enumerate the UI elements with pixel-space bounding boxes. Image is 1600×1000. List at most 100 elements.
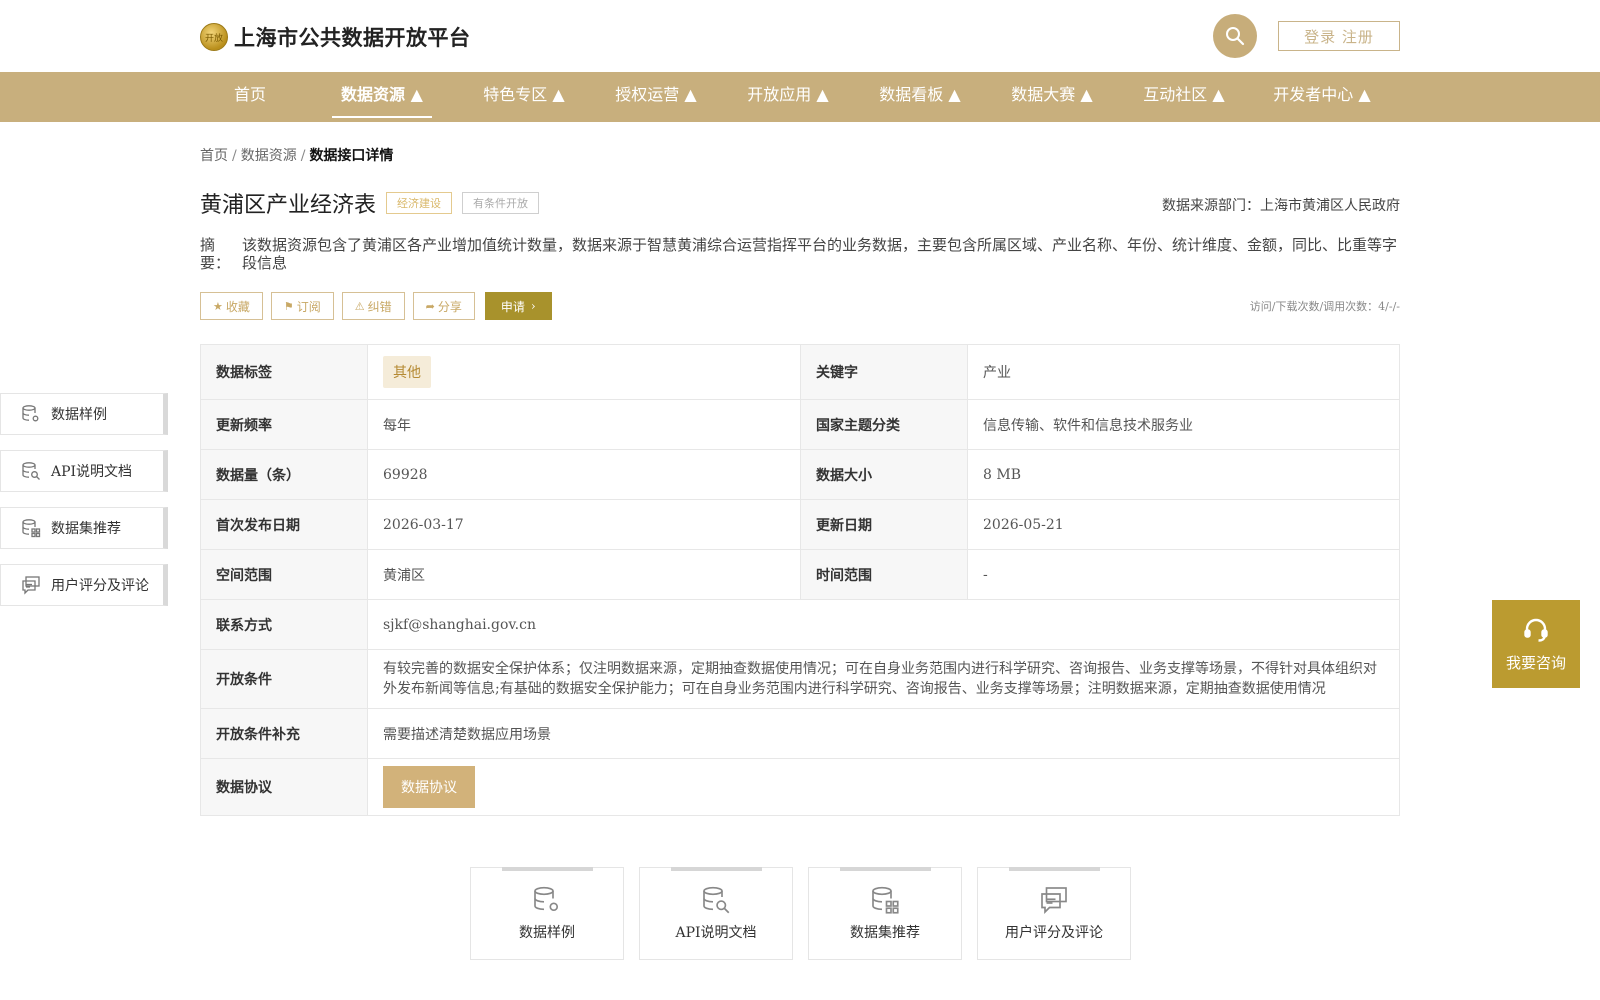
abstract-text: 该数据资源包含了黄浦区各产业增加值统计数量，数据来源于智慧黄浦综合运营指挥平台的… — [242, 236, 1398, 272]
table-row: 空间范围 黄浦区 时间范围 - — [200, 549, 1400, 600]
table-value: - — [967, 549, 1400, 600]
search-button[interactable] — [1213, 14, 1257, 58]
share-icon: ➦ — [425, 299, 435, 313]
usage-stats: 访问/下载次数/调用次数：4/-/- — [1249, 300, 1400, 313]
card-ratings-comments[interactable]: 用户评分及评论 — [977, 867, 1131, 960]
table-label: 数据协议 — [200, 758, 368, 816]
data-agreement-button[interactable]: 数据协议 — [383, 766, 475, 808]
card-dataset-recommend[interactable]: 数据集推荐 — [808, 867, 962, 960]
warning-icon: ⚠ — [354, 299, 365, 313]
side-item-label: 数据集推荐 — [51, 521, 121, 537]
report-error-button[interactable]: ⚠ 纠错 — [341, 292, 405, 320]
data-tag-chip[interactable]: 其他 — [383, 356, 431, 388]
table-label: 开放条件 — [200, 649, 368, 709]
database-gear-icon — [22, 405, 39, 422]
table-label: 关键字 — [800, 344, 968, 400]
table-value: 每年 — [367, 399, 801, 450]
side-item-dataset-recommend[interactable]: 数据集推荐 — [0, 507, 168, 549]
comments-icon — [22, 576, 40, 595]
consult-button[interactable]: 我要咨询 — [1492, 600, 1580, 688]
page-title: 黄浦区产业经济表 — [200, 193, 377, 218]
card-label: 用户评分及评论 — [1005, 925, 1103, 941]
subscribe-button[interactable]: ⚑ 订阅 — [270, 292, 334, 320]
side-item-data-sample[interactable]: 数据样例 — [0, 393, 168, 435]
card-top-bar — [1009, 867, 1100, 871]
access-level-tag: 有条件开放 — [462, 192, 540, 214]
card-label: 数据集推荐 — [850, 925, 920, 941]
login-register-button[interactable]: 登录 注册 — [1278, 21, 1400, 51]
nav-item-data-contest[interactable]: 数据大赛 ▲ — [994, 72, 1110, 122]
table-row: 开放条件补充 需要描述清楚数据应用场景 — [200, 708, 1400, 759]
report-label: 纠错 — [367, 299, 392, 314]
card-label: 数据样例 — [519, 925, 575, 941]
table-row: 开放条件 有较完善的数据安全保护体系；仅注明数据来源，定期抽查数据使用情况；可在… — [200, 649, 1400, 709]
table-label: 时间范围 — [800, 549, 968, 600]
nav-item-authorized-operation[interactable]: 授权运营 ▲ — [598, 72, 714, 122]
table-row: 数据协议 数据协议 — [200, 758, 1400, 816]
nav-item-open-apps[interactable]: 开放应用 ▲ — [730, 72, 846, 122]
table-value: 有较完善的数据安全保护体系；仅注明数据来源，定期抽查数据使用情况；可在自身业务范… — [367, 649, 1400, 709]
side-item-api-docs[interactable]: API说明文档 — [0, 450, 168, 492]
side-anchor-nav: 数据样例 API说明文档 数据集推荐 用户评分及评论 — [0, 393, 168, 621]
breadcrumb: 首页 / 数据资源 / 数据接口详情 — [200, 145, 393, 165]
breadcrumb-separator: / — [232, 148, 237, 164]
abstract-label: 摘 要： — [200, 236, 231, 272]
table-row: 首次发布日期 2026-03-17 更新日期 2026-05-21 — [200, 499, 1400, 550]
breadcrumb-current: 数据接口详情 — [309, 148, 394, 164]
table-row: 数据量（条） 69928 数据大小 8 MB — [200, 449, 1400, 500]
side-item-ratings-comments[interactable]: 用户评分及评论 — [0, 564, 168, 606]
nav-item-community[interactable]: 互动社区 ▲ — [1126, 72, 1242, 122]
consult-label: 我要咨询 — [1505, 653, 1566, 672]
database-grid-icon — [22, 519, 41, 538]
card-api-docs[interactable]: API说明文档 — [639, 867, 793, 960]
breadcrumb-section[interactable]: 数据资源 — [241, 148, 297, 164]
search-icon — [1226, 27, 1245, 46]
table-value: 数据协议 — [367, 758, 1400, 816]
table-label: 更新频率 — [200, 399, 368, 450]
table-value: 2026-03-17 — [367, 499, 801, 550]
nav-item-data-resources[interactable]: 数据资源 ▲ — [332, 72, 432, 122]
logo-emblem-text: 开放 — [204, 33, 223, 44]
table-value: 需要描述清楚数据应用场景 — [367, 708, 1400, 759]
table-label: 国家主题分类 — [800, 399, 968, 450]
card-data-sample[interactable]: 数据样例 — [470, 867, 624, 960]
table-value: 黄浦区 — [367, 549, 801, 600]
apply-button[interactable]: 申请 › — [484, 292, 552, 320]
side-item-label: API说明文档 — [51, 464, 133, 480]
table-label: 联系方式 — [200, 599, 368, 650]
main-nav: 首页 数据资源 ▲ 特色专区 ▲ 授权运营 ▲ 开放应用 ▲ 数据看板 ▲ 数据… — [0, 72, 1600, 122]
contact-email[interactable]: sjkf@shanghai.gov.cn — [367, 599, 1400, 650]
breadcrumb-home[interactable]: 首页 — [200, 148, 228, 164]
feature-cards: 数据样例 API说明文档 数据集推荐 用户评分及评论 — [470, 867, 1146, 960]
table-label: 数据标签 — [200, 344, 368, 400]
star-icon: ★ — [213, 299, 223, 313]
category-tag: 经济建设 — [386, 192, 453, 214]
flag-icon: ⚑ — [283, 299, 294, 313]
share-button[interactable]: ➦ 分享 — [412, 292, 475, 320]
site-title: 上海市公共数据开放平台 — [234, 25, 471, 50]
side-item-label: 用户评分及评论 — [51, 578, 149, 594]
table-value: 8 MB — [967, 449, 1400, 500]
breadcrumb-separator: / — [300, 148, 306, 164]
nav-item-home[interactable]: 首页 — [222, 72, 278, 122]
headset-icon — [1524, 618, 1548, 642]
site-logo[interactable]: 开放 上海市公共数据开放平台 — [200, 22, 471, 52]
table-label: 数据大小 — [800, 449, 968, 500]
top-header: 开放 上海市公共数据开放平台 登录 注册 — [0, 0, 1600, 72]
table-label: 更新日期 — [800, 499, 968, 550]
dataset-info-table: 数据标签 其他 关键字 产业 更新频率 每年 国家主题分类 信息传输、软件和信息… — [200, 344, 1400, 816]
favorite-label: 收藏 — [225, 299, 250, 314]
nav-item-special-zone[interactable]: 特色专区 ▲ — [466, 72, 582, 122]
nav-item-developer-center[interactable]: 开发者中心 ▲ — [1256, 72, 1388, 122]
table-row: 更新频率 每年 国家主题分类 信息传输、软件和信息技术服务业 — [200, 399, 1400, 450]
table-value: 产业 — [967, 344, 1400, 400]
table-value: 其他 — [367, 344, 801, 400]
favorite-button[interactable]: ★ 收藏 — [200, 292, 263, 320]
database-grid-icon — [872, 886, 899, 914]
apply-label: 申请 — [500, 299, 525, 314]
action-bar: ★ 收藏 ⚑ 订阅 ⚠ 纠错 ➦ 分享 申请 › — [200, 292, 552, 320]
chevron-right-icon: › — [530, 299, 536, 313]
nav-item-data-dashboard[interactable]: 数据看板 ▲ — [862, 72, 978, 122]
logo-emblem-icon: 开放 — [200, 23, 228, 51]
card-top-bar — [502, 867, 593, 871]
